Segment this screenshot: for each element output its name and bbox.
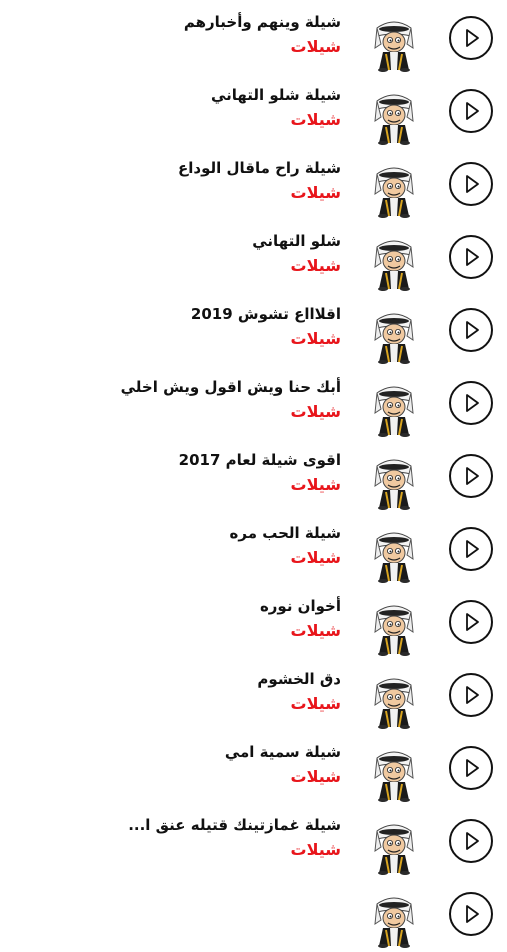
track-text: شيلة راح ماقال الوداع شيلات	[178, 148, 341, 204]
list-item[interactable]: شيلة غمازتينك قتيله عنق ا... شيلات	[0, 805, 507, 878]
list-item[interactable]: شيلة شلو التهاني شيلات	[0, 75, 507, 148]
list-item[interactable]: أبك حنا ويش اقول ويش اخلي شيلات	[0, 367, 507, 440]
cartoon-avatar-icon	[371, 379, 417, 437]
play-button[interactable]	[449, 235, 493, 279]
track-text: اقلاااع تشوش 2019 شيلات	[191, 294, 341, 350]
list-item[interactable]: شيلة راح ماقال الوداع شيلات	[0, 148, 507, 221]
play-button[interactable]	[449, 16, 493, 60]
track-category: شيلات	[290, 183, 342, 202]
list-item[interactable]: اقوى شيلة لعام 2017 شيلات	[0, 440, 507, 513]
cartoon-avatar-icon	[371, 598, 417, 656]
play-button[interactable]	[449, 381, 493, 425]
track-text: شلو التهاني شيلات	[252, 221, 341, 277]
play-button[interactable]	[449, 527, 493, 571]
list-item[interactable]: شيلة وينهم وأخبارهم شيلات	[0, 2, 507, 75]
play-button[interactable]	[449, 454, 493, 498]
cartoon-avatar-icon	[371, 14, 417, 72]
play-button[interactable]	[449, 600, 493, 644]
track-title: شيلة الحب مره	[229, 524, 341, 542]
track-category: شيلات	[290, 767, 342, 786]
track-title: شيلة سمية امي	[224, 743, 341, 761]
track-title: اقلاااع تشوش 2019	[190, 305, 341, 323]
track-text: دق الخشوم شيلات	[257, 659, 341, 715]
track-text: أبك حنا ويش اقول ويش اخلي شيلات	[121, 367, 341, 423]
play-button[interactable]	[449, 746, 493, 790]
cartoon-avatar-icon	[371, 525, 417, 583]
track-title: شيلة غمازتينك قتيله عنق ا...	[128, 816, 341, 834]
track-text: شيلة غمازتينك قتيله عنق ا... شيلات	[128, 805, 341, 861]
track-category: شيلات	[290, 548, 342, 567]
track-text: شيلة شلو التهاني شيلات	[211, 75, 341, 131]
track-title: دق الخشوم	[257, 670, 341, 688]
list-item[interactable]: أخوان نوره شيلات	[0, 586, 507, 659]
track-category: شيلات	[290, 475, 342, 494]
track-title: شيلة وينهم وأخبارهم	[183, 13, 341, 31]
cartoon-avatar-icon	[371, 817, 417, 875]
track-title: شيلة راح ماقال الوداع	[177, 159, 341, 177]
cartoon-avatar-icon	[371, 306, 417, 364]
list-item[interactable]: شلو التهاني شيلات	[0, 221, 507, 294]
play-button[interactable]	[449, 89, 493, 133]
track-category: شيلات	[290, 402, 342, 421]
track-title: أبك حنا ويش اقول ويش اخلي	[120, 378, 341, 396]
cartoon-avatar-icon	[371, 87, 417, 145]
track-text: شيلة سمية امي شيلات	[225, 732, 341, 788]
play-button[interactable]	[449, 162, 493, 206]
track-text: شيلة الحب مره شيلات	[230, 513, 341, 569]
list-item[interactable]: شيلة سمية امي شيلات	[0, 732, 507, 805]
cartoon-avatar-icon	[371, 671, 417, 729]
track-category: شيلات	[290, 694, 342, 713]
list-item[interactable]	[0, 878, 507, 951]
list-item[interactable]: اقلاااع تشوش 2019 شيلات	[0, 294, 507, 367]
track-category: شيلات	[290, 329, 342, 348]
track-title: شيلة شلو التهاني	[210, 86, 341, 104]
track-category: شيلات	[290, 256, 342, 275]
cartoon-avatar-icon	[371, 890, 417, 948]
track-list: شيلة وينهم وأخبارهم شيلات شيلة شلو التهان…	[0, 0, 507, 948]
track-category: شيلات	[290, 110, 342, 129]
track-text: أخوان نوره شيلات	[260, 586, 341, 642]
cartoon-avatar-icon	[371, 452, 417, 510]
track-category: شيلات	[290, 621, 342, 640]
track-title: شلو التهاني	[252, 232, 341, 250]
track-title: اقوى شيلة لعام 2017	[178, 451, 341, 469]
play-button[interactable]	[449, 819, 493, 863]
track-text: اقوى شيلة لعام 2017 شيلات	[179, 440, 341, 496]
list-item[interactable]: شيلة الحب مره شيلات	[0, 513, 507, 586]
play-button[interactable]	[449, 308, 493, 352]
play-button[interactable]	[449, 892, 493, 936]
track-text: شيلة وينهم وأخبارهم شيلات	[184, 2, 341, 58]
cartoon-avatar-icon	[371, 233, 417, 291]
track-category: شيلات	[290, 37, 342, 56]
track-category: شيلات	[290, 840, 342, 859]
track-title: أخوان نوره	[259, 597, 341, 615]
cartoon-avatar-icon	[371, 744, 417, 802]
list-item[interactable]: دق الخشوم شيلات	[0, 659, 507, 732]
cartoon-avatar-icon	[371, 160, 417, 218]
play-button[interactable]	[449, 673, 493, 717]
